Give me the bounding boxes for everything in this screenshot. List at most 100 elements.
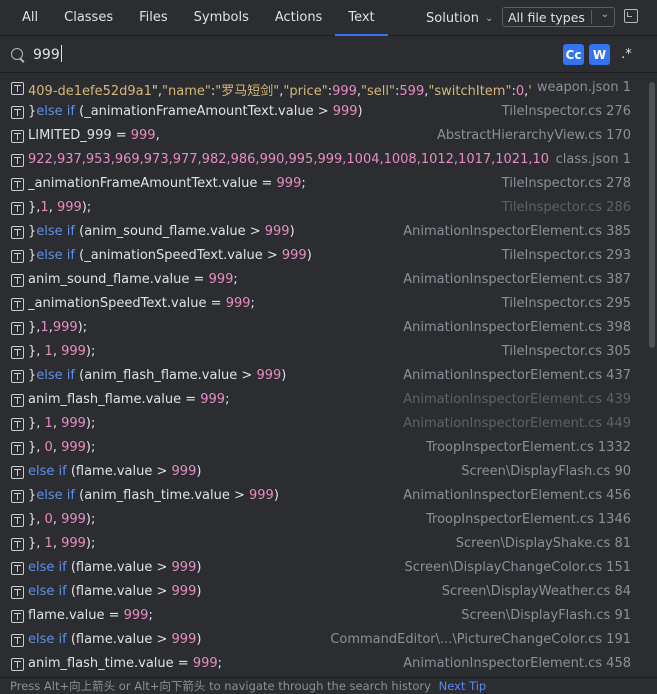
result-row[interactable]: _animationFrameAmountText.value = 999; Ti… <box>0 173 647 197</box>
string-token: "罗马短剑" <box>215 84 280 99</box>
file-types-label: All file types <box>508 9 585 25</box>
result-row[interactable]: else if (flame.value > 999) Screen\Displa… <box>0 461 647 485</box>
text-match-icon <box>11 538 24 551</box>
code-token: }, <box>28 416 45 431</box>
number-token: 999 <box>61 536 86 551</box>
tab-classes[interactable]: Classes <box>51 0 126 35</box>
regex-toggle[interactable]: .* <box>616 44 637 65</box>
result-row[interactable]: _animationSpeedText.value = 999; TileInsp… <box>0 293 647 317</box>
match-case-toggle[interactable]: Cc <box>563 44 584 65</box>
result-snippet: },1, 999); <box>28 200 91 215</box>
text-caret <box>60 45 62 62</box>
code-token: }, <box>28 536 45 551</box>
code-token: (anim_flash_time.value > <box>74 488 250 503</box>
tab-text[interactable]: Text <box>335 0 388 36</box>
number-token: 1 <box>44 536 53 551</box>
result-snippet: _animationFrameAmountText.value = 999; <box>28 176 306 191</box>
number-token: 999 <box>171 632 197 647</box>
result-row[interactable]: }else if (anim_sound_flame.value > 999) A… <box>0 221 647 245</box>
result-row[interactable]: 922,937,953,969,973,977,982,986,990,995,… <box>0 149 647 173</box>
result-row[interactable]: }else if (anim_flash_time.value > 999) An… <box>0 485 647 509</box>
result-row[interactable]: LIMITED_999 = 999, AbstractHierarchyView.… <box>0 125 647 149</box>
result-row[interactable]: },1,999); AnimationInspectorElement.cs 39… <box>0 317 647 341</box>
keyword-token: else if <box>36 224 75 239</box>
file-types-filter[interactable]: All file types ⌄ <box>502 7 615 27</box>
result-row[interactable]: }, 1, 999); TileInspector.cs 305 <box>0 341 647 365</box>
result-row[interactable]: 409-de1efe52d9a1","name":"罗马短剑","price":… <box>0 77 647 101</box>
number-token: 999 <box>171 560 197 575</box>
search-input[interactable]: 999 <box>33 45 62 63</box>
result-snippet: }, 1, 999); <box>28 536 95 551</box>
tab-files[interactable]: Files <box>126 0 181 35</box>
whole-words-toggle[interactable]: W <box>589 44 610 65</box>
result-row[interactable]: else if (flame.value > 999) Screen\Displa… <box>0 581 647 605</box>
text-match-icon <box>11 370 24 383</box>
code-token: ; <box>250 296 255 311</box>
result-row[interactable]: },1, 999); TileInspector.cs 286 <box>0 197 647 221</box>
result-file-location: Screen\DisplayShake.cs 81 <box>449 536 631 551</box>
string-token: "switchItem" <box>428 84 512 99</box>
code-token: ; <box>301 176 306 191</box>
code-token: ); <box>81 200 92 215</box>
code-token: ); <box>85 512 96 527</box>
result-file-location: TroopInspectorElement.cs 1346 <box>420 512 631 527</box>
number-token: 0 <box>44 512 53 527</box>
result-row[interactable]: anim_flash_time.value = 999; AnimationIns… <box>0 653 647 677</box>
next-tip-link[interactable]: Next Tip <box>439 679 487 693</box>
result-row[interactable]: flame.value = 999; Screen\DisplayFlash.cs… <box>0 605 647 629</box>
result-row[interactable]: }, 1, 999); Screen\DisplayShake.cs 81 <box>0 533 647 557</box>
chevron-down-icon[interactable]: ⌄ <box>601 9 609 20</box>
result-row[interactable]: anim_sound_flame.value = 999; AnimationIn… <box>0 269 647 293</box>
result-file-location: AnimationInspectorElement.cs 387 <box>397 272 631 287</box>
text-match-icon <box>11 250 24 263</box>
code-token: _animationSpeedText.value = <box>28 296 226 311</box>
result-file-location: AnimationInspectorElement.cs 439 <box>397 392 631 407</box>
result-row[interactable]: }, 1, 999); AnimationInspectorElement.cs … <box>0 413 647 437</box>
result-snippet: else if (flame.value > 999) <box>28 632 201 647</box>
text-match-icon <box>11 490 24 503</box>
result-row[interactable]: }, 0, 999); TroopInspectorElement.cs 1332 <box>0 437 647 461</box>
result-snippet: }else if (_animationFrameAmountText.valu… <box>28 104 363 119</box>
text-match-icon <box>11 562 24 575</box>
code-token: }, <box>28 512 45 527</box>
open-in-find-window-icon[interactable] <box>624 9 638 23</box>
solution-scope-dropdown[interactable]: Solution ⌄ <box>426 0 493 36</box>
result-row[interactable]: else if (flame.value > 999) CommandEditor… <box>0 629 647 653</box>
result-row[interactable]: }else if (anim_flash_flame.value > 999) A… <box>0 365 647 389</box>
text-match-icon <box>11 202 24 215</box>
tab-actions[interactable]: Actions <box>262 0 336 35</box>
result-file-location: Screen\DisplayFlash.cs 91 <box>455 608 631 623</box>
result-snippet: }else if (anim_flash_flame.value > 999) <box>28 368 286 383</box>
result-row[interactable]: }else if (_animationSpeedText.value > 99… <box>0 245 647 269</box>
code-token: ", <box>151 84 163 99</box>
text-match-icon <box>11 658 24 671</box>
tab-all[interactable]: All <box>0 0 51 35</box>
number-token: 1 <box>44 344 53 359</box>
result-row[interactable]: }, 0, 999); TroopInspectorElement.cs 1346 <box>0 509 647 533</box>
code-token: ) <box>196 560 202 575</box>
number-token: 999 <box>281 248 307 263</box>
result-file-location: AbstractHierarchyView.cs 170 <box>430 128 631 143</box>
result-snippet: },1,999); <box>28 320 87 335</box>
result-snippet: }, 1, 999); <box>28 416 95 431</box>
code-token: ) <box>196 464 202 479</box>
keyword-token: else if <box>36 248 75 263</box>
code-token: _animationFrameAmountText.value = <box>28 176 277 191</box>
code-token: (_animationSpeedText.value > <box>74 248 282 263</box>
solution-label: Solution <box>426 10 479 26</box>
code-token: anim_flash_time.value = <box>28 656 193 671</box>
text-match-icon <box>11 226 24 239</box>
result-row[interactable]: }else if (_animationFrameAmountText.valu… <box>0 101 647 125</box>
code-token: ) <box>196 584 202 599</box>
result-file-location: AnimationInspectorElement.cs 398 <box>397 320 631 335</box>
result-row[interactable]: anim_flash_flame.value = 999; AnimationIn… <box>0 389 647 413</box>
code-token: (anim_sound_flame.value > <box>74 224 265 239</box>
code-token: LIMITED_999 = <box>28 128 131 143</box>
results-scrollbar[interactable] <box>649 82 655 348</box>
tab-symbols[interactable]: Symbols <box>181 0 262 35</box>
string-token: 409-de1efe52d9a1 <box>28 84 152 99</box>
code-token: }, <box>28 344 45 359</box>
result-row[interactable]: else if (flame.value > 999) Screen\Displa… <box>0 557 647 581</box>
text-match-icon <box>11 346 24 359</box>
keyword-token: else if <box>28 560 67 575</box>
